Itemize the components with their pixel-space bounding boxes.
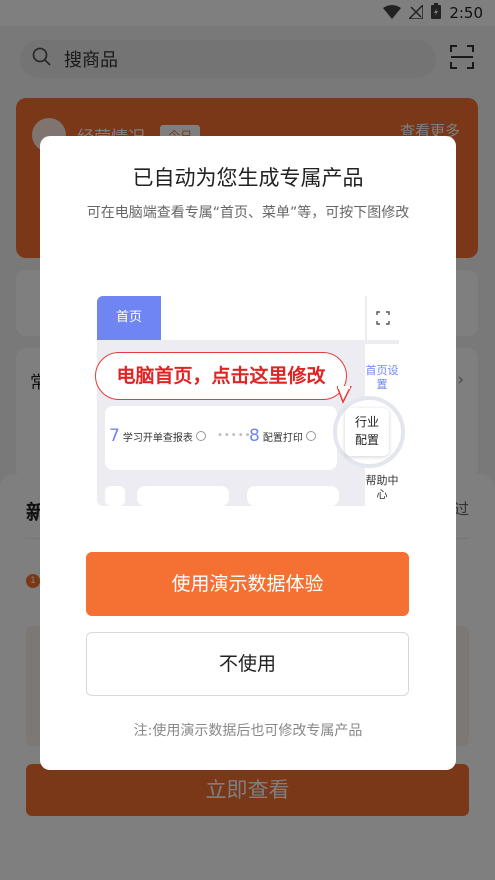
dialog-title: 已自动为您生成专属产品 [132, 166, 364, 190]
step-number: 8 [249, 426, 260, 446]
dialog-note: 注:使用演示数据后也可修改专属产品 [133, 723, 363, 739]
step-number: 7 [109, 426, 120, 446]
dots-divider: ••••• [217, 430, 252, 441]
side-item-help: 帮助中心 [365, 474, 399, 501]
callout-bubble: 电脑首页，点击这里修改 [95, 352, 347, 400]
use-demo-data-button[interactable]: 使用演示数据体验 [86, 552, 409, 616]
play-icon [305, 431, 316, 441]
product-dialog: 已自动为您生成专属产品 可在电脑端查看专属“首页、菜单”等，可按下图修改 首页 … [40, 136, 456, 770]
illus-step: 8 配置打印 [249, 426, 316, 446]
side-item-home-settings: 首页设置 [365, 364, 399, 391]
decline-button[interactable]: 不使用 [86, 632, 409, 696]
guide-illustration: 首页 首页设置 帮助中心 7 学习开单查报表 ••••• 8 配置打印 行业配置… [95, 296, 405, 506]
step-label: 学习开单查报表 [122, 432, 193, 444]
expand-icon [365, 296, 399, 340]
illus-block [105, 486, 125, 506]
side-item-industry-config: 行业配置 [345, 408, 389, 456]
callout-tail-icon [335, 385, 355, 408]
illus-block [247, 486, 339, 506]
play-icon [195, 431, 206, 441]
illus-step: 7 学习开单查报表 [109, 426, 206, 446]
illus-block [137, 486, 229, 506]
illus-home-tab: 首页 [97, 296, 161, 340]
step-label: 配置打印 [262, 432, 303, 444]
dialog-subtitle: 可在电脑端查看专属“首页、菜单”等，可按下图修改 [86, 205, 410, 221]
side-item-label: 行业配置 [354, 415, 379, 447]
